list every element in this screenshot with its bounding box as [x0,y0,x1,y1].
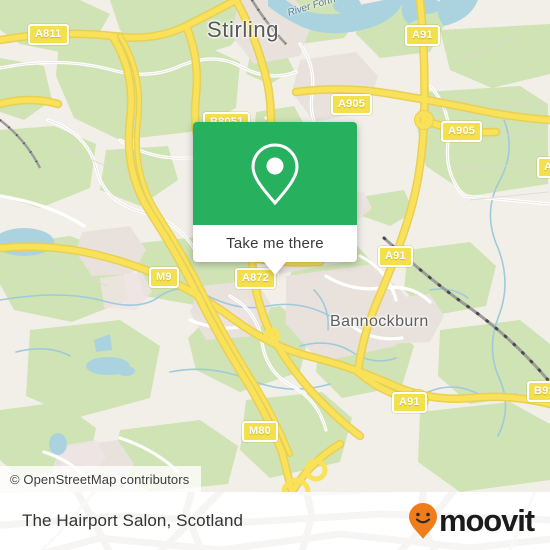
moovit-pin-icon [408,503,437,539]
map-popup-card[interactable]: Take me there [193,122,357,275]
road-shield-a9-edge[interactable]: A9 [537,157,550,178]
popup-pointer [264,262,286,275]
road-shield-a905-west[interactable]: A905 [331,94,373,115]
footer-bar: The Hairport Salon, Scotland moovit [0,492,550,550]
map-attribution[interactable]: © OpenStreetMap contributors [0,466,202,492]
road-shield-a905-east[interactable]: A905 [441,121,483,142]
page-title: The Hairport Salon, Scotland [22,511,244,530]
road-shield-a811[interactable]: A811 [28,24,69,45]
moovit-logo[interactable]: moovit [408,502,535,540]
road-shield-m9[interactable]: M9 [149,267,179,288]
road-shield-a91-mid[interactable]: A91 [378,246,413,267]
attribution-text: © OpenStreetMap contributors [10,471,190,487]
road-shield-m80[interactable]: M80 [242,421,278,442]
take-me-there-label: Take me there [226,235,324,252]
road-shield-a91-north[interactable]: A91 [405,25,440,46]
road-shield-b91-edge[interactable]: B91 [527,381,550,402]
moovit-map-page: Stirling Bannockburn River Forth A811 A9… [0,0,550,550]
map-canvas[interactable]: Stirling Bannockburn River Forth A811 A9… [0,0,550,492]
moovit-wordmark: moovit [438,503,535,538]
popup-header [193,122,357,225]
road-shield-a91-south[interactable]: A91 [392,392,427,413]
map-pin-icon [251,142,299,205]
take-me-there-button[interactable]: Take me there [193,225,357,262]
